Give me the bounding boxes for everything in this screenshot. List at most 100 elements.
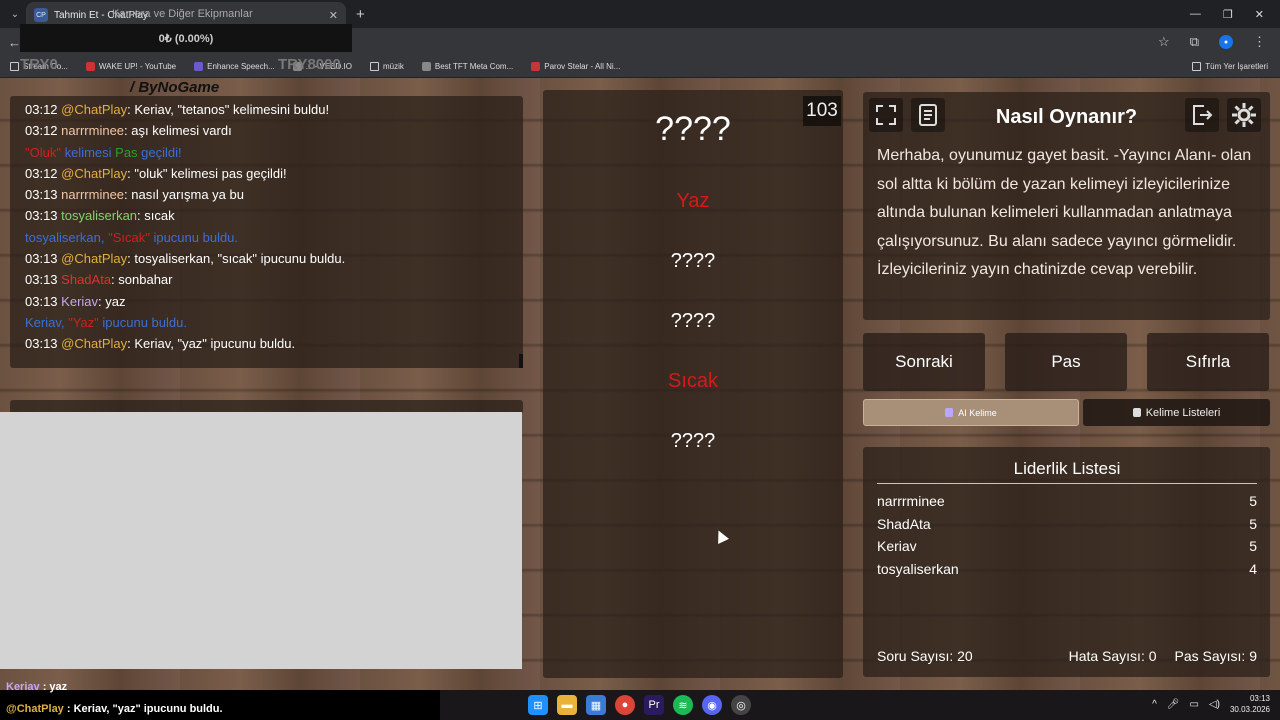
chat-message: 03:12 @ChatPlay: "oluk" kelimesi pas geç… bbox=[25, 165, 287, 181]
overlay-left-tag: TRY0 bbox=[20, 56, 58, 73]
overlay-brand: / ByNoGame bbox=[130, 79, 220, 96]
robot-icon bbox=[945, 408, 954, 417]
restore-icon[interactable]: ❐ bbox=[1223, 8, 1233, 21]
system-message-part: "Sıcak" bbox=[108, 229, 150, 245]
microphone-icon[interactable]: 🎤︎ bbox=[1167, 699, 1180, 710]
howto-text: Merhaba, oyunumuz gayet basit. -Yayıncı … bbox=[877, 147, 1252, 278]
chat-message: "Oluk" kelimesi Pas geçildi! bbox=[25, 142, 523, 163]
bookmark-item[interactable]: WAKE UP! - YouTube bbox=[85, 62, 176, 71]
chat-text: sıcak bbox=[144, 208, 175, 224]
youtube-icon bbox=[531, 62, 541, 71]
clock[interactable]: 03:13 30.03.2026 bbox=[1230, 693, 1270, 715]
game-stats: Soru Sayısı: 20 Hata Sayısı: 0 Pas Sayıs… bbox=[877, 648, 1257, 664]
leaderboard-title: Liderlik Listesi bbox=[877, 459, 1257, 484]
tab-ai-word[interactable]: AI Kelime bbox=[863, 399, 1079, 426]
new-tab-icon[interactable]: + bbox=[356, 6, 365, 23]
word-panel: 103 ???? Yaz ???? ???? Sıcak ???? bbox=[543, 90, 843, 678]
omnibar-actions: ☆ ⧉ ● ⋮ bbox=[1158, 34, 1280, 50]
bookmark-item[interactable]: müzik bbox=[369, 62, 404, 71]
pass-button[interactable]: Pas bbox=[1005, 333, 1127, 391]
chat-text: tosyaliserkan, "sıcak" ipucunu buldu. bbox=[134, 251, 346, 267]
chat-username: @ChatPlay bbox=[61, 102, 128, 117]
secret-word: ???? bbox=[655, 110, 731, 148]
chat-message: 03:13 Keriav: yaz bbox=[25, 293, 126, 309]
chat-message: 03:13 tosyaliserkan: sıcak bbox=[25, 208, 175, 224]
error-count: Hata Sayısı: 0 bbox=[1068, 648, 1157, 664]
chrome-icon[interactable]: ● bbox=[615, 695, 635, 715]
menu-dots-icon[interactable]: ⋮ bbox=[1253, 34, 1266, 50]
obs-icon[interactable]: ◎ bbox=[731, 695, 751, 715]
chat-username: @ChatPlay bbox=[61, 165, 128, 181]
stream-chat-line: Keriav : yaz bbox=[6, 681, 68, 693]
bookmark-item[interactable]: Enhance Speech... bbox=[194, 62, 275, 71]
chat-text: Keriav, "yaz" ipucunu buldu. bbox=[134, 336, 296, 352]
game-area: 03:12 @ChatPlay: Keriav, "tetanos" kelim… bbox=[0, 78, 1280, 690]
file-explorer-icon[interactable]: ▬ bbox=[557, 695, 577, 715]
next-button[interactable]: Sonraki bbox=[863, 333, 985, 391]
store-icon[interactable]: ▦ bbox=[586, 695, 606, 715]
stream-chat-line: @ChatPlay : Keriav, "yaz" ipucunu buldu. bbox=[6, 703, 223, 715]
chat-username: ShadAta bbox=[61, 272, 112, 288]
extensions-icon[interactable]: ⧉ bbox=[1190, 34, 1199, 50]
bookmark-item[interactable]: Parov Stelar - All Ni... bbox=[531, 62, 620, 71]
chat-message: Keriav, "Yaz" ipucunu buldu. bbox=[25, 312, 523, 333]
system-message-part: "Yaz" bbox=[68, 314, 99, 330]
minimize-icon[interactable]: — bbox=[1190, 8, 1201, 21]
overlay-mid-tag: TRY8000 bbox=[278, 56, 341, 73]
chat-username: tosyaliserkan bbox=[61, 208, 138, 224]
chat-username: @ChatPlay bbox=[61, 336, 128, 352]
notepad-icon bbox=[1132, 408, 1141, 417]
logout-icon[interactable] bbox=[1185, 98, 1219, 132]
tab-search-icon[interactable]: ⌄ bbox=[4, 3, 26, 25]
speaker-icon[interactable]: ◁) bbox=[1209, 699, 1220, 710]
bookmark-item[interactable]: Best TFT Meta Com... bbox=[421, 62, 513, 71]
windows-start-icon[interactable]: ⊞ bbox=[528, 695, 548, 715]
chat-message: 03:13 @ChatPlay: Keriav, "yaz" ipucunu b… bbox=[25, 336, 296, 352]
chat-panel: 03:12 @ChatPlay: Keriav, "tetanos" kelim… bbox=[10, 96, 523, 368]
bookmark-star-icon[interactable]: ☆ bbox=[1158, 34, 1170, 50]
system-tray: ^ 🎤︎ ▭ ◁) 03:13 30.03.2026 bbox=[1152, 693, 1270, 715]
tab-word-lists[interactable]: Kelime Listeleri bbox=[1083, 399, 1270, 426]
overlay-camera-text: Kamera ve Diğer Ekipmanlar bbox=[112, 8, 253, 20]
system-message-part: ipucunu buldu. bbox=[149, 229, 239, 245]
chat-message: 03:13 @ChatPlay: tosyaliserkan, "sıcak" … bbox=[25, 251, 346, 267]
folder-icon bbox=[369, 62, 379, 71]
system-message-part: "Oluk" bbox=[25, 144, 61, 160]
clue-word: ???? bbox=[670, 310, 716, 332]
tray-chevron-icon[interactable]: ^ bbox=[1152, 699, 1157, 710]
chat-message: tosyaliserkan, "Sıcak" ipucunu buldu. bbox=[25, 227, 523, 248]
tft-icon bbox=[421, 62, 431, 71]
premiere-icon[interactable]: Pr bbox=[644, 695, 664, 715]
close-window-icon[interactable]: ✕ bbox=[1255, 8, 1264, 21]
system-message-part: geçildi! bbox=[137, 144, 182, 160]
chat-log: 03:12 @ChatPlay: Keriav, "tetanos" kelim… bbox=[25, 99, 523, 355]
clue-word: ???? bbox=[670, 250, 716, 272]
howto-panel: Nasıl Oynanır? Merhaba, oyunumuz gayet b… bbox=[863, 92, 1270, 320]
chat-message: 03:13 narrrminee: nasıl yarışma ya bu bbox=[25, 187, 244, 203]
chat-username: narrrminee bbox=[61, 123, 125, 139]
clue-word: ???? bbox=[670, 430, 716, 452]
streamer-video-area bbox=[0, 412, 522, 669]
settings-gear-icon[interactable] bbox=[1227, 98, 1261, 132]
window-controls: — ❐ ✕ bbox=[1190, 8, 1280, 21]
chat-message: 03:12 narrrminee: aşı kelimesi vardı bbox=[25, 123, 232, 139]
tab-close-icon[interactable]: ✕ bbox=[329, 9, 338, 22]
discord-icon[interactable]: ◉ bbox=[702, 695, 722, 715]
question-count: Soru Sayısı: 20 bbox=[877, 648, 973, 664]
pass-count: Pas Sayısı: 9 bbox=[1174, 648, 1257, 664]
chat-text: Keriav, "tetanos" kelimesini buldu! bbox=[134, 102, 330, 117]
spotify-icon[interactable]: ≋ bbox=[673, 695, 693, 715]
chat-message: 03:13 ShadAta: sonbahar bbox=[25, 272, 173, 288]
chat-text: sonbahar bbox=[118, 272, 173, 288]
chat-time: 03:13 bbox=[25, 272, 58, 288]
chat-time: 03:13 bbox=[25, 208, 58, 224]
youtube-icon bbox=[85, 62, 95, 71]
profile-avatar-icon[interactable]: ● bbox=[1219, 35, 1233, 49]
reset-button[interactable]: Sıfırla bbox=[1147, 333, 1269, 391]
monitor-icon[interactable]: ▭ bbox=[1189, 699, 1198, 710]
leaderboard-panel: Liderlik Listesi narrrminee 5 ShadAta 5 Ke… bbox=[863, 447, 1270, 677]
clue-word: Sıcak bbox=[667, 370, 719, 392]
system-message-part: ipucunu buldu. bbox=[98, 314, 187, 330]
all-bookmarks[interactable]: Tüm Yer İşaretleri bbox=[1192, 62, 1280, 71]
chat-scrollbar[interactable] bbox=[519, 354, 523, 368]
